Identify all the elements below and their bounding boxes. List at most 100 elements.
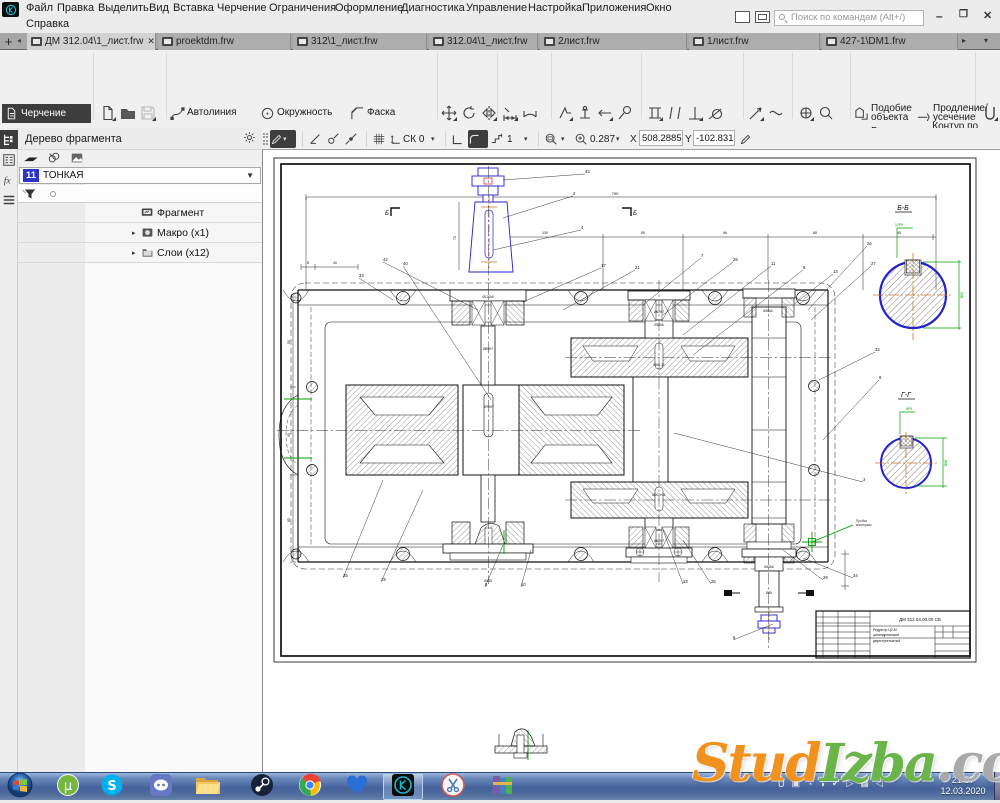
pravka-tool-rotate-icon[interactable] [460,104,478,122]
tool-extend[interactable]: Продление/ усечение [916,103,988,123]
strip-treeico[interactable] [0,130,18,149]
zoom-icon[interactable] [574,130,589,148]
expand-icon[interactable]: ▸ [132,249,136,257]
tab-scroll-right-icon[interactable]: ▸ [962,36,966,45]
document-tab[interactable]: 312.04\1_лист.frw [429,33,538,50]
menu-0[interactable]: Файл [26,2,53,14]
menu-8[interactable]: Диагностика [401,2,465,14]
tab-list-icon[interactable]: ▾ [984,36,988,45]
x-label[interactable]: X [630,130,638,148]
close-button[interactable]: ✕ [983,9,992,22]
zoom-window-dropdown[interactable]: ▾ [561,130,569,148]
filter-funnel-icon[interactable] [24,188,36,200]
ortho-icon[interactable] [451,130,466,148]
snap-parallel-icon[interactable] [308,130,324,148]
taskbar-chrome-icon[interactable] [290,774,330,800]
taskbar-heart-icon[interactable] [337,774,377,800]
left-icon-strip: fx [0,128,18,772]
zoom-window-icon[interactable] [544,130,560,148]
pick-coords-icon[interactable] [739,130,753,148]
side-button-0[interactable]: Черчение [2,104,91,123]
document-tab[interactable]: 427-1\DM1.frw [822,33,958,50]
menu-5[interactable]: Черчение [217,2,267,14]
layout-toggle-icon[interactable] [735,11,750,23]
new-tab-button[interactable]: + [2,34,15,49]
tool-circletool[interactable]: Окружность [260,103,332,123]
taskbar-discord-icon[interactable] [141,774,181,800]
tree-item[interactable]: ▸Слои (x12) [18,243,262,263]
menu-12[interactable]: Окно [646,2,672,14]
document-tab[interactable]: ДМ 312.04\1_лист.frw✕ [27,33,156,50]
tree-filter-row[interactable] [18,185,262,203]
grip[interactable] [263,130,269,148]
menu-3[interactable]: Вид [149,2,169,14]
tool-autoline[interactable]: Автолиния [170,103,237,123]
tab-close-icon[interactable]: ✕ [143,36,155,47]
di-tool-arr2-icon[interactable] [767,104,785,122]
step-value[interactable]: 1 [507,130,517,148]
svg-text:33: 33 [359,273,364,278]
system-tool-folder-icon[interactable] [119,104,137,122]
menu-11[interactable]: Приложения [582,2,646,14]
snap-point-icon[interactable] [344,130,360,148]
menu-help[interactable]: Справка [26,18,69,30]
tool-similar[interactable]: Подобие объекта [854,103,912,123]
minimize-button[interactable]: – [936,9,943,23]
taskbar-start-icon[interactable] [0,774,40,800]
maximize-button[interactable]: ❐ [959,9,968,20]
menu-4[interactable]: Вставка [173,2,214,14]
snap-angle-icon[interactable] [326,130,342,148]
menu-2[interactable]: Выделить [98,2,149,14]
obozn-tool-datum-icon[interactable] [576,104,594,122]
draw-mode-button[interactable]: ▾ [270,130,296,148]
ogran-tool-paral-icon[interactable] [666,104,684,122]
step-icon[interactable] [490,130,506,148]
x-field[interactable]: 508.2885 [639,130,683,146]
strip-fxico[interactable]: fx [0,170,18,189]
obozn-tool-marker-icon[interactable] [616,104,634,122]
document-tab[interactable]: 2лист.frw [540,33,687,50]
panel-settings-gear-icon[interactable] [243,131,256,149]
drawing-canvas[interactable]: 4324404217217281181326273293351951023252… [262,150,1000,772]
strip-propico[interactable] [0,150,18,169]
grid-icon[interactable] [372,130,388,148]
command-search-input[interactable]: Поиск по командам (Alt+/) [774,10,924,26]
screen-toggle-icon[interactable] [755,11,770,23]
tree-item[interactable]: ▸Макро (x1) [18,223,262,243]
menu-10[interactable]: Настройка [528,2,582,14]
taskbar-winrar-icon[interactable] [482,774,522,800]
ogran-tool-tang-icon[interactable] [706,104,724,122]
taskbar-skype-icon[interactable]: S [92,774,132,800]
taskbar-kompas-icon[interactable] [383,774,423,800]
vst-tool-lens-icon[interactable] [817,104,835,122]
rounding-button[interactable] [468,130,488,148]
csys-value[interactable]: СК 0 [403,130,429,148]
menu-9[interactable]: Управление [466,2,527,14]
step-dropdown[interactable]: ▾ [524,130,532,148]
menu-6[interactable]: Ограничения [269,2,336,14]
document-tab[interactable]: proektdm.frw [158,33,291,50]
y-field[interactable]: -102.831 [693,130,735,146]
expand-icon[interactable]: ▸ [132,229,136,237]
tab-scroll-left-icon[interactable]: ◂ [17,36,21,45]
csys-icon[interactable] [390,130,402,148]
document-tab[interactable]: 1лист.frw [689,33,820,50]
menu-1[interactable]: Правка [57,2,94,14]
raz-tool-dimcur-icon[interactable] [521,104,539,122]
svg-text:48±0.31: 48±0.31 [653,363,665,367]
taskbar-snip-icon[interactable] [433,774,473,800]
csys-dropdown[interactable]: ▾ [431,130,439,148]
strip-hamb[interactable] [0,190,18,209]
menu-7[interactable]: Оформление [335,2,403,14]
tool-chamfer[interactable]: Фаска [350,103,395,123]
taskbar-explorer-icon[interactable] [187,774,227,800]
y-label[interactable]: Y [685,130,693,148]
tab-bar: + ◂ ДМ 312.04\1_лист.frw✕proektdm.frw312… [0,33,1000,50]
tree-item[interactable]: Фрагмент [18,203,262,223]
layer-dropdown[interactable]: 11 ТОНКАЯ ▼ [19,167,261,184]
taskbar-steam-icon[interactable] [242,774,282,800]
zoom-value[interactable]: 0.287 [590,130,616,148]
taskbar-utorrent-icon[interactable]: µ [48,774,88,800]
zoom-dropdown[interactable]: ▾ [616,130,624,148]
document-tab[interactable]: 312\1_лист.frw [293,33,427,50]
